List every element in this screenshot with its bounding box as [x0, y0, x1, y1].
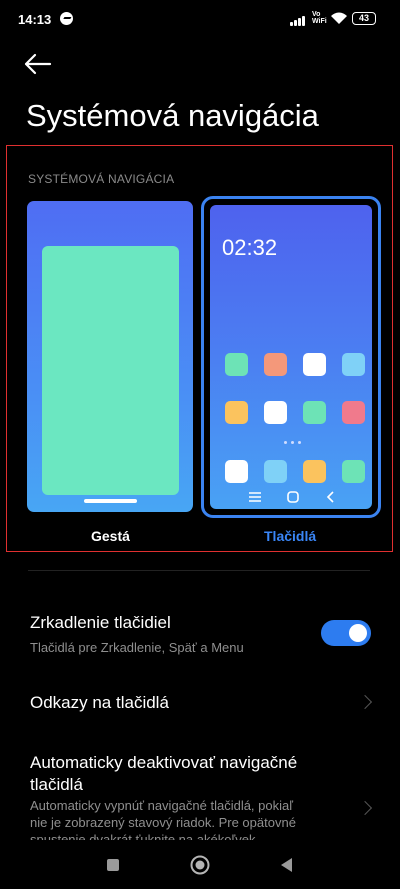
- wifi-icon: [331, 12, 347, 24]
- preview-app-icon: [342, 401, 365, 424]
- auto-disable-subtitle-line1: Automaticky vypnúť navigačné tlačidlá, p…: [30, 798, 294, 813]
- home-square-icon: [287, 491, 299, 503]
- preview-app-icon: [303, 460, 326, 483]
- preview-app-icon: [225, 353, 248, 376]
- mirror-buttons-title: Zrkadlenie tlačidiel: [30, 613, 171, 632]
- battery-icon: 43: [352, 12, 376, 25]
- chevron-right-icon: [357, 800, 373, 816]
- preview-app-icon: [303, 401, 326, 424]
- page-title: Systémová navigácia: [26, 98, 319, 133]
- square-icon[interactable]: [102, 854, 124, 876]
- battery-level: 43: [358, 13, 369, 23]
- gesture-bar: [84, 499, 137, 503]
- menu-icon: [249, 492, 261, 502]
- preview-nav-bar: [210, 489, 372, 509]
- gesture-preview-app: [42, 246, 179, 495]
- messenger-icon: [60, 12, 73, 25]
- toggle-knob: [349, 624, 367, 642]
- preview-app-icon: [264, 353, 287, 376]
- volte-line1: Vo: [312, 11, 321, 18]
- buttons-option-label[interactable]: Tlačidlá: [264, 528, 316, 544]
- page-indicator: [284, 441, 304, 445]
- status-bar: 14:13 Vo WiFi 43: [0, 0, 400, 40]
- shortcuts-title: Odkazy na tlačidlá: [30, 693, 169, 712]
- chevron-right-icon: [357, 694, 373, 710]
- auto-disable-subtitle-line2: nie je zobrazený stavový riadok. Pre opä…: [30, 815, 296, 830]
- mirror-buttons-subtitle: Tlačidlá pre Zrkadlenie, Späť a Menu: [30, 640, 244, 655]
- system-nav-bar: [0, 840, 400, 889]
- chevron-left-icon: [326, 491, 334, 503]
- status-time: 14:13: [18, 12, 52, 27]
- preview-app-icon: [342, 353, 365, 376]
- divider: [28, 570, 370, 571]
- back-arrow-icon[interactable]: [22, 50, 54, 78]
- preview-app-icon: [342, 460, 365, 483]
- section-label: SYSTÉMOVÁ NAVIGÁCIA: [28, 172, 175, 186]
- auto-disable-title-line1: Automaticky deaktivovať navigačné: [30, 753, 298, 772]
- volte-indicator: Vo WiFi: [312, 11, 327, 25]
- gesture-option-label[interactable]: Gestá: [91, 528, 130, 544]
- auto-disable-title-line2: tlačidlá: [30, 775, 83, 794]
- buttons-preview: 02:32: [208, 203, 374, 511]
- preview-app-icon: [264, 460, 287, 483]
- gesture-option-card[interactable]: [27, 201, 193, 512]
- triangle-back-icon[interactable]: [276, 854, 298, 876]
- volte-line2: WiFi: [312, 18, 327, 25]
- preview-app-icon: [303, 353, 326, 376]
- preview-app-icon: [264, 401, 287, 424]
- mirror-buttons-toggle[interactable]: [321, 620, 371, 646]
- preview-clock: 02:32: [222, 235, 278, 260]
- preview-app-icon: [225, 401, 248, 424]
- signal-icon: [290, 14, 310, 26]
- buttons-option-card[interactable]: 02:32: [201, 196, 381, 518]
- circle-home-icon[interactable]: [189, 854, 211, 876]
- preview-app-icon: [225, 460, 248, 483]
